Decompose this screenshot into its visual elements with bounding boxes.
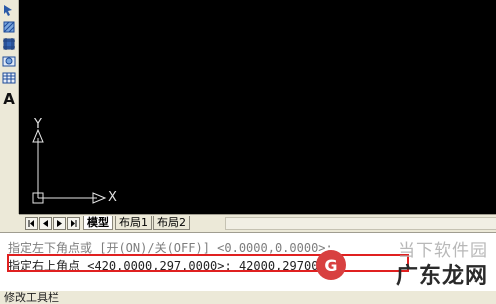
layout-tabs-bar: 模型 布局1 布局2 bbox=[19, 214, 496, 231]
watermark-main-text: 广东龙网 bbox=[395, 264, 488, 289]
next-tab-button[interactable] bbox=[53, 217, 66, 230]
gradient-icon bbox=[3, 38, 15, 50]
region-tool-button[interactable] bbox=[1, 53, 17, 69]
draw-toolbar: A bbox=[0, 0, 19, 214]
prompt-highlight-box bbox=[7, 254, 409, 272]
next-icon bbox=[57, 220, 62, 227]
ucs-x-label: X bbox=[108, 190, 117, 205]
status-bar-label: 修改工具栏 bbox=[0, 291, 496, 304]
tab-model[interactable]: 模型 bbox=[83, 216, 113, 230]
tab-layout1[interactable]: 布局1 bbox=[115, 216, 152, 230]
prev-tab-button[interactable] bbox=[39, 217, 52, 230]
prev-icon bbox=[43, 220, 48, 227]
last-tab-button[interactable] bbox=[67, 217, 80, 230]
select-tool-button[interactable] bbox=[1, 2, 17, 18]
select-icon bbox=[4, 5, 12, 16]
first-tab-button[interactable] bbox=[25, 217, 38, 230]
watermark-logo: G bbox=[316, 250, 346, 280]
text-icon: A bbox=[3, 90, 15, 108]
gradient-tool-button[interactable] bbox=[1, 36, 17, 52]
tab-layout2[interactable]: 布局2 bbox=[153, 216, 190, 230]
first-icon bbox=[28, 220, 34, 227]
region-icon bbox=[2, 56, 16, 67]
hatch-tool-button[interactable] bbox=[1, 19, 17, 35]
hatch-icon bbox=[3, 21, 15, 33]
last-icon bbox=[71, 220, 77, 227]
table-icon bbox=[2, 72, 16, 84]
ucs-icon bbox=[32, 128, 107, 204]
drawing-canvas[interactable]: Y X bbox=[19, 0, 496, 214]
ucs-y-label: Y bbox=[34, 117, 42, 132]
text-tool-button[interactable]: A bbox=[1, 91, 17, 107]
horizontal-scrollbar[interactable] bbox=[225, 217, 496, 230]
table-tool-button[interactable] bbox=[1, 70, 17, 86]
